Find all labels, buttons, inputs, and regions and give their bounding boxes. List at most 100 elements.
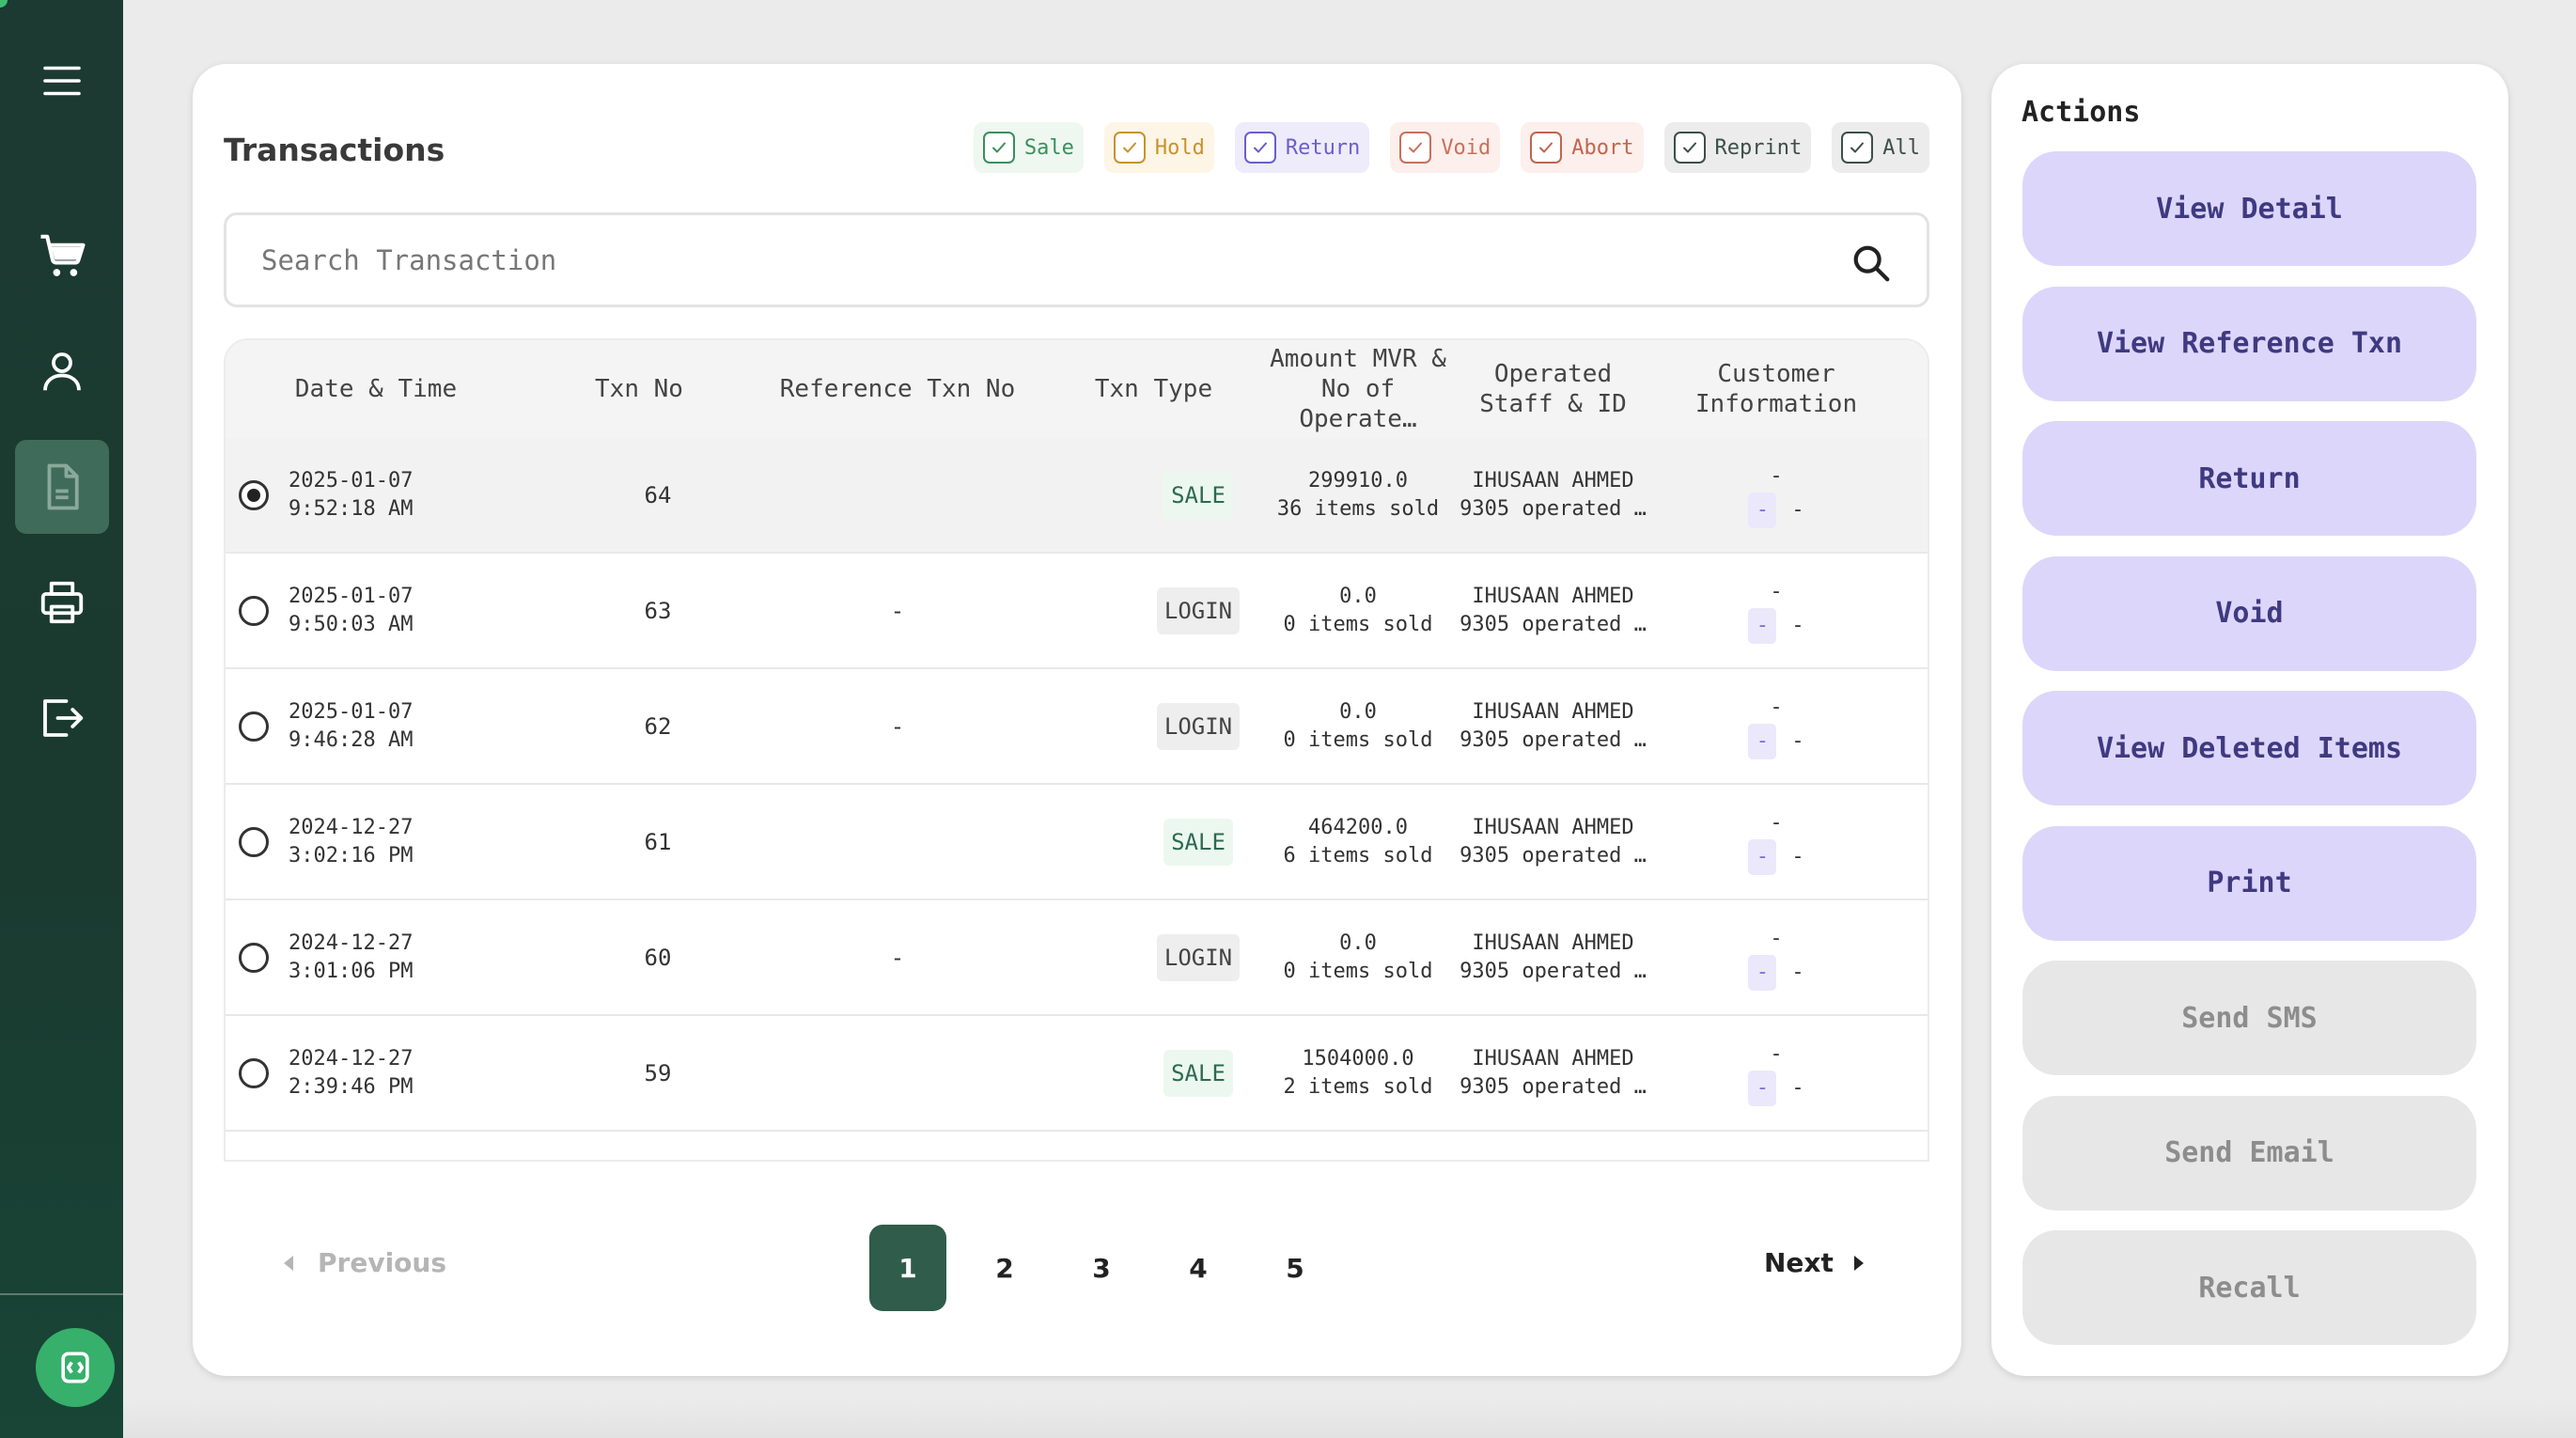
view-reference-txn-button[interactable]: View Reference Txn [2022, 286, 2476, 401]
caret-left-icon [284, 1255, 293, 1271]
checkbox-icon[interactable] [982, 132, 1015, 164]
customer-tag: - [1748, 954, 1777, 991]
print-button[interactable]: Print [2022, 825, 2476, 941]
staff-name: IHUSAAN AHMED [1472, 930, 1634, 955]
cell-staff: IHUSAAN AHMED 9305 operated … [1452, 900, 1654, 1014]
cell-date-time: 2024-12-27 3:01:06 PM [289, 900, 523, 1014]
customer-tag: - [1748, 1070, 1777, 1106]
page-button-5[interactable]: 5 [1257, 1225, 1334, 1311]
row-radio[interactable] [239, 943, 269, 973]
sidebar [0, 0, 123, 1438]
customer-phone: - [1791, 497, 1804, 522]
next-label: Next [1764, 1247, 1834, 1278]
staff-name: IHUSAAN AHMED [1472, 584, 1634, 608]
send-sms-button[interactable]: Send SMS [2022, 961, 2476, 1075]
checkbox-icon[interactable] [1530, 132, 1563, 164]
items-text: 36 items sold [1276, 496, 1440, 521]
filter-chip-hold[interactable]: Hold [1103, 122, 1214, 173]
row-radio[interactable] [239, 711, 269, 742]
txn-type-badge: SALE [1163, 1049, 1233, 1097]
actions-title: Actions [2022, 96, 2141, 129]
support-icon[interactable] [36, 1328, 115, 1407]
filter-chip-all[interactable]: All [1832, 122, 1929, 173]
checkbox-icon[interactable] [1841, 132, 1874, 164]
row-radio[interactable] [239, 596, 269, 626]
row-radio[interactable] [239, 480, 269, 510]
date-text: 2025-01-07 [289, 584, 414, 608]
cell-customer: --- [1692, 438, 1861, 552]
date-text: 2024-12-27 [289, 815, 414, 839]
send-email-button[interactable]: Send Email [2022, 1095, 2476, 1211]
recall-button[interactable]: Recall [2022, 1230, 2476, 1345]
filter-chip-abort[interactable]: Abort [1521, 122, 1644, 173]
customer-name: - [1770, 926, 1783, 950]
row-radio[interactable] [239, 827, 269, 857]
page-button-4[interactable]: 4 [1160, 1225, 1237, 1311]
staff-name: IHUSAAN AHMED [1472, 1046, 1634, 1071]
caret-right-icon [1853, 1255, 1864, 1271]
col-amount: Amount MVR & No of Operate… [1270, 345, 1446, 433]
return-button[interactable]: Return [2022, 421, 2476, 536]
view-detail-button[interactable]: View Detail [2022, 151, 2476, 266]
checkbox-icon[interactable] [1399, 132, 1432, 164]
customer-tag: - [1748, 607, 1777, 644]
customer-name: - [1770, 579, 1783, 603]
cell-amount: 1504000.0 2 items sold [1264, 1016, 1452, 1130]
document-icon[interactable] [14, 440, 109, 534]
page-button-3[interactable]: 3 [1063, 1225, 1140, 1311]
staff-id: 9305 operated … [1460, 496, 1647, 521]
page-title: Transactions [224, 132, 445, 168]
void-button[interactable]: Void [2022, 555, 2476, 671]
menu-icon[interactable] [15, 34, 109, 128]
txn-type-badge: LOGIN [1156, 933, 1241, 981]
page-button-1[interactable]: 1 [869, 1225, 946, 1311]
amount-text: 464200.0 [1308, 815, 1408, 839]
checkbox-icon[interactable] [1113, 132, 1146, 164]
filter-chip-return[interactable]: Return [1234, 122, 1370, 173]
staff-name: IHUSAAN AHMED [1472, 468, 1634, 492]
cart-icon[interactable] [15, 209, 109, 303]
table-row[interactable]: 2025-01-07 9:46:28 AM 62 - LOGIN 0.0 0 items s… [226, 669, 1928, 785]
items-text: 0 items sold [1283, 727, 1433, 752]
cell-reference: - [890, 944, 905, 971]
logout-icon[interactable] [15, 671, 109, 765]
items-text: 6 items sold [1283, 843, 1433, 867]
table-row[interactable]: 2024-12-27 2:39:46 PM 59 SALE 1504000.0 2 ite… [226, 1016, 1928, 1132]
search-input[interactable] [261, 234, 1803, 287]
filter-chip-void[interactable]: Void [1390, 122, 1501, 173]
checkbox-icon[interactable] [1243, 132, 1276, 164]
date-text: 2025-01-07 [289, 699, 414, 724]
search-box [224, 212, 1929, 307]
user-icon[interactable] [15, 324, 109, 418]
customer-name: - [1770, 1041, 1783, 1066]
table-row[interactable]: 2024-12-27 3:01:06 PM 60 - LOGIN 0.0 0 items s… [226, 900, 1928, 1016]
checkbox-icon[interactable] [1673, 132, 1706, 164]
amount-text: 0.0 [1339, 699, 1377, 724]
table-row[interactable]: 2025-01-07 9:52:18 AM 64 SALE 299910.0 36 ite… [226, 438, 1928, 554]
filter-chip-sale[interactable]: Sale [973, 122, 1084, 173]
cell-customer: --- [1692, 669, 1861, 783]
staff-id: 9305 operated … [1460, 612, 1647, 636]
cell-txn-type: SALE [1118, 785, 1278, 899]
staff-name: IHUSAAN AHMED [1472, 699, 1634, 724]
staff-id: 9305 operated … [1460, 727, 1647, 752]
items-text: 0 items sold [1283, 612, 1433, 636]
items-text: 0 items sold [1283, 959, 1433, 983]
time-text: 9:50:03 AM [289, 612, 414, 636]
previous-button[interactable]: Previous [282, 1247, 446, 1278]
filter-chips: Sale Hold Return Void Abort Reprint All [973, 122, 1929, 173]
items-text: 2 items sold [1283, 1074, 1433, 1099]
printer-icon[interactable] [15, 555, 109, 649]
table-row[interactable]: 2024-12-27 3:02:16 PM 61 SALE 464200.0 6 item… [226, 785, 1928, 900]
next-button[interactable]: Next [1764, 1247, 1866, 1278]
table-row[interactable]: 2025-01-07 9:50:03 AM 63 - LOGIN 0.0 0 items s… [226, 554, 1928, 669]
col-txn-no: Txn No [595, 375, 683, 403]
txn-type-badge: LOGIN [1156, 702, 1241, 750]
row-radio[interactable] [239, 1058, 269, 1088]
time-text: 3:02:16 PM [289, 843, 414, 867]
search-icon[interactable] [1850, 242, 1893, 285]
view-deleted-items-button[interactable]: View Deleted Items [2022, 691, 2476, 805]
page-button-2[interactable]: 2 [966, 1225, 1043, 1311]
filter-chip-reprint[interactable]: Reprint [1663, 122, 1812, 173]
cell-staff: IHUSAAN AHMED 9305 operated … [1452, 554, 1654, 667]
